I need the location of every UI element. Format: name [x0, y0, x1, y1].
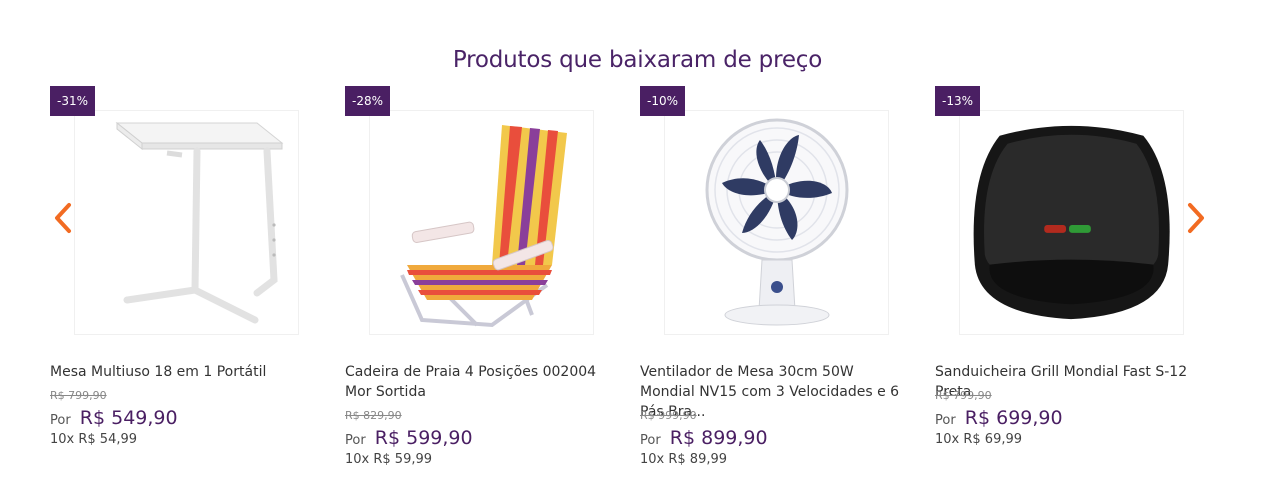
old-price: R$ 799,90 [935, 389, 992, 402]
chevron-left-icon [55, 203, 71, 233]
carousel-prev-button[interactable] [50, 200, 76, 236]
installments: 10x R$ 69,99 [935, 432, 1023, 447]
old-price: R$ 829,90 [345, 409, 402, 422]
discount-badge: -28% [345, 86, 391, 116]
installments: 10x R$ 89,99 [640, 452, 728, 467]
chevron-right-icon [1188, 203, 1204, 233]
current-price-row: Por R$ 699,90 [935, 406, 1205, 430]
product-image[interactable] [74, 110, 299, 335]
folding-table-image [115, 121, 283, 324]
product-image[interactable] [959, 110, 1184, 335]
current-price-row: Por R$ 549,90 [50, 406, 320, 430]
old-price: R$ 799,90 [50, 389, 107, 402]
current-price-row: Por R$ 899,90 [640, 426, 910, 450]
discount-badge: -10% [640, 86, 686, 116]
section-title: Produtos que baixaram de preço [452, 47, 823, 74]
desk-fan-image [705, 118, 848, 326]
carousel-next-button[interactable] [1183, 200, 1209, 236]
product-name[interactable]: Cadeira de Praia 4 Posições 002004 Mor S… [345, 362, 615, 402]
product-image[interactable] [369, 110, 594, 335]
old-price: R$ 999,90 [640, 409, 697, 422]
product-prices: R$ 999,90 Por R$ 899,90 10x R$ 89,99 [640, 408, 910, 467]
installments: 10x R$ 54,99 [50, 432, 138, 447]
discount-badge: -31% [50, 86, 96, 116]
installments: 10x R$ 59,99 [345, 452, 433, 467]
por-label: Por [640, 433, 661, 448]
product-prices: R$ 799,90 Por R$ 699,90 10x R$ 69,99 [935, 388, 1205, 447]
por-label: Por [345, 433, 366, 448]
current-price: R$ 699,90 [964, 407, 1063, 429]
sandwich-maker-image [973, 125, 1170, 320]
current-price-row: Por R$ 599,90 [345, 426, 615, 450]
discount-badge: -13% [935, 86, 981, 116]
por-label: Por [50, 413, 71, 428]
por-label: Por [935, 413, 956, 428]
beach-chair-image [399, 125, 567, 328]
current-price: R$ 549,90 [79, 407, 178, 429]
product-name[interactable]: Mesa Multiuso 18 em 1 Portátil [50, 362, 320, 382]
product-prices: R$ 829,90 Por R$ 599,90 10x R$ 59,99 [345, 408, 615, 467]
product-prices: R$ 799,90 Por R$ 549,90 10x R$ 54,99 [50, 388, 320, 447]
product-image[interactable] [664, 110, 889, 335]
current-price: R$ 899,90 [669, 427, 768, 449]
current-price: R$ 599,90 [374, 427, 473, 449]
